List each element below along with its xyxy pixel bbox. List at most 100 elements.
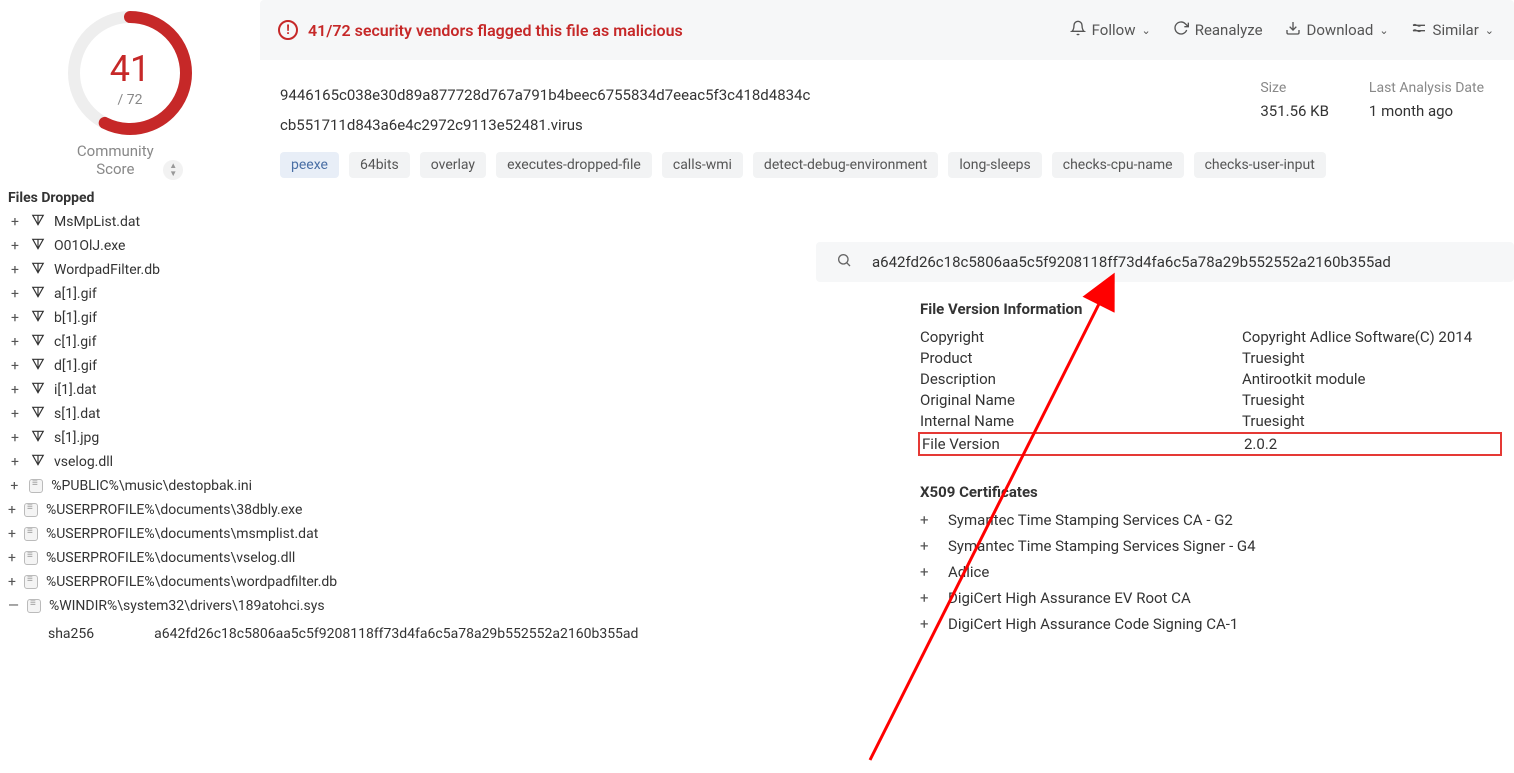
file-dropped-row[interactable]: +%USERPROFILE%\documents\wordpadfilter.d… xyxy=(0,570,260,594)
chevron-down-icon: ⌄ xyxy=(1379,24,1388,37)
fvi-value: Truesight xyxy=(1242,391,1305,409)
certificate-row[interactable]: +Symantec Time Stamping Services CA - G2 xyxy=(920,511,1500,529)
expand-toggle[interactable]: + xyxy=(920,511,934,529)
bell-icon xyxy=(1070,20,1086,40)
expand-toggle[interactable]: + xyxy=(8,214,22,230)
file-dropped-row[interactable]: +vselog.dll xyxy=(0,450,260,474)
vt-icon xyxy=(30,358,46,374)
fvi-key: Product xyxy=(920,349,1242,367)
fvi-row: Internal NameTruesight xyxy=(920,412,1500,430)
tag-checks-cpu-name[interactable]: checks-cpu-name xyxy=(1052,152,1184,178)
file-dropped-row[interactable]: +s[1].dat xyxy=(0,402,260,426)
file-name: b[1].gif xyxy=(54,310,97,326)
search-bar[interactable]: a642fd26c18c5806aa5c5f9208118ff73d4fa6c5… xyxy=(816,242,1514,282)
expand-toggle[interactable]: + xyxy=(8,502,16,518)
expand-toggle[interactable]: + xyxy=(8,310,22,326)
certificate-row[interactable]: + DigiCert High Assurance EV Root CA xyxy=(920,589,1500,607)
file-name: s[1].jpg xyxy=(54,430,99,446)
fvi-row: ProductTruesight xyxy=(920,349,1500,367)
detection-score-widget: 41 / 72 Community Score ▲▼ xyxy=(0,0,260,184)
expand-toggle[interactable]: + xyxy=(8,238,22,254)
certificate-name: DigiCert High Assurance Code Signing CA-… xyxy=(948,615,1238,633)
expand-toggle[interactable]: + xyxy=(8,550,16,566)
fvi-key: File Version xyxy=(922,435,1244,453)
file-name: c[1].gif xyxy=(54,334,96,350)
file-dropped-row[interactable]: + d[1].gif xyxy=(0,354,260,378)
file-sha256: 9446165c038e30d89a877728d767a791b4beec67… xyxy=(280,80,810,110)
vt-icon xyxy=(30,286,46,302)
file-name: d[1].gif xyxy=(54,358,97,374)
fvi-row: CopyrightCopyright Adlice Software(C) 20… xyxy=(920,328,1500,346)
header-bar: ! 41/72 security vendors flagged this fi… xyxy=(260,0,1514,60)
tag-overlay[interactable]: overlay xyxy=(420,152,486,178)
vt-icon xyxy=(30,238,46,254)
file-dropped-row[interactable]: +MsMpList.dat xyxy=(0,210,260,234)
expand-toggle[interactable]: + xyxy=(8,382,22,398)
vt-icon xyxy=(30,262,46,278)
certificate-name: DigiCert High Assurance EV Root CA xyxy=(948,589,1191,607)
archive-icon xyxy=(24,550,38,566)
file-dropped-row[interactable]: +%PUBLIC%\music\destopbak.ini xyxy=(0,474,260,498)
reanalyze-button[interactable]: Reanalyze xyxy=(1173,20,1263,40)
tag-long-sleeps[interactable]: long-sleeps xyxy=(948,152,1041,178)
tags-row: peexe 64bits overlay executes-dropped-file c… xyxy=(260,148,1514,192)
archive-icon xyxy=(24,526,38,542)
size-label: Size xyxy=(1260,80,1329,96)
file-dropped-row[interactable]: +%USERPROFILE%\documents\vselog.dll xyxy=(0,546,260,570)
tag-executes-dropped-file[interactable]: executes-dropped-file xyxy=(496,152,652,178)
expand-toggle[interactable]: + xyxy=(8,526,16,542)
follow-button[interactable]: Follow ⌄ xyxy=(1070,20,1151,40)
file-dropped-row[interactable]: +%USERPROFILE%\documents\38dbly.exe xyxy=(0,498,260,522)
expand-toggle[interactable]: + xyxy=(8,286,22,302)
file-name: %USERPROFILE%\documents\vselog.dll xyxy=(46,550,295,566)
expand-toggle[interactable]: + xyxy=(920,563,934,581)
search-value: a642fd26c18c5806aa5c5f9208118ff73d4fa6c5… xyxy=(872,253,1391,271)
vt-icon xyxy=(30,334,46,350)
certificate-row[interactable]: +Symantec Time Stamping Services Signer … xyxy=(920,537,1500,555)
file-dropped-row[interactable]: + s[1].jpg xyxy=(0,426,260,450)
vt-icon xyxy=(30,406,46,422)
expand-toggle[interactable]: + xyxy=(8,454,22,470)
similar-icon xyxy=(1411,20,1427,40)
vt-icon xyxy=(30,454,46,470)
tag-detect-debug-environment[interactable]: detect-debug-environment xyxy=(753,152,938,178)
expand-toggle[interactable]: + xyxy=(8,334,22,350)
expand-toggle[interactable]: + xyxy=(920,615,934,633)
expand-toggle[interactable]: + xyxy=(8,478,21,494)
expand-toggle[interactable]: + xyxy=(8,262,22,278)
expand-toggle[interactable]: + xyxy=(920,537,934,555)
warning-text: 41/72 security vendors flagged this file… xyxy=(308,21,683,40)
detection-count: 41 xyxy=(65,48,195,90)
fvi-value: 2.0.2 xyxy=(1244,435,1277,453)
file-dropped-row[interactable]: +O01OlJ.exe xyxy=(0,234,260,258)
fvi-value: Antirootkit module xyxy=(1242,370,1366,388)
expand-toggle[interactable]: — xyxy=(8,598,19,614)
certificate-row[interactable]: + DigiCert High Assurance Code Signing CA… xyxy=(920,615,1500,633)
expand-toggle[interactable]: + xyxy=(8,430,22,446)
tag-64bits[interactable]: 64bits xyxy=(349,152,410,178)
fvi-value: Truesight xyxy=(1242,349,1305,367)
community-vote-buttons[interactable]: ▲▼ xyxy=(163,160,183,180)
file-dropped-row[interactable]: + c[1].gif xyxy=(0,330,260,354)
download-button[interactable]: Download ⌄ xyxy=(1285,20,1389,40)
file-dropped-row[interactable]: —%WINDIR%\system32\drivers\189atohci.sys xyxy=(0,594,260,618)
vt-icon xyxy=(30,310,46,326)
archive-icon xyxy=(29,478,44,494)
similar-button[interactable]: Similar ⌄ xyxy=(1411,20,1494,40)
sha256-row: sha256 a642fd26c18c5806aa5c5f9208118ff73… xyxy=(0,618,260,650)
file-dropped-row[interactable]: + b[1].gif xyxy=(0,306,260,330)
expand-toggle[interactable]: + xyxy=(8,358,22,374)
tag-calls-wmi[interactable]: calls-wmi xyxy=(662,152,743,178)
tag-peexe[interactable]: peexe xyxy=(280,152,339,178)
archive-icon xyxy=(27,598,41,614)
expand-toggle[interactable]: + xyxy=(8,574,16,590)
fvi-row: DescriptionAntirootkit module xyxy=(920,370,1500,388)
certificate-row[interactable]: +Adlice xyxy=(920,563,1500,581)
file-dropped-row[interactable]: +WordpadFilter.db xyxy=(0,258,260,282)
file-dropped-row[interactable]: +%USERPROFILE%\documents\msmplist.dat xyxy=(0,522,260,546)
expand-toggle[interactable]: + xyxy=(8,406,22,422)
file-dropped-row[interactable]: +i[1].dat xyxy=(0,378,260,402)
file-dropped-row[interactable]: +a[1].gif xyxy=(0,282,260,306)
tag-checks-user-input[interactable]: checks-user-input xyxy=(1194,152,1326,178)
expand-toggle[interactable]: + xyxy=(920,589,934,607)
